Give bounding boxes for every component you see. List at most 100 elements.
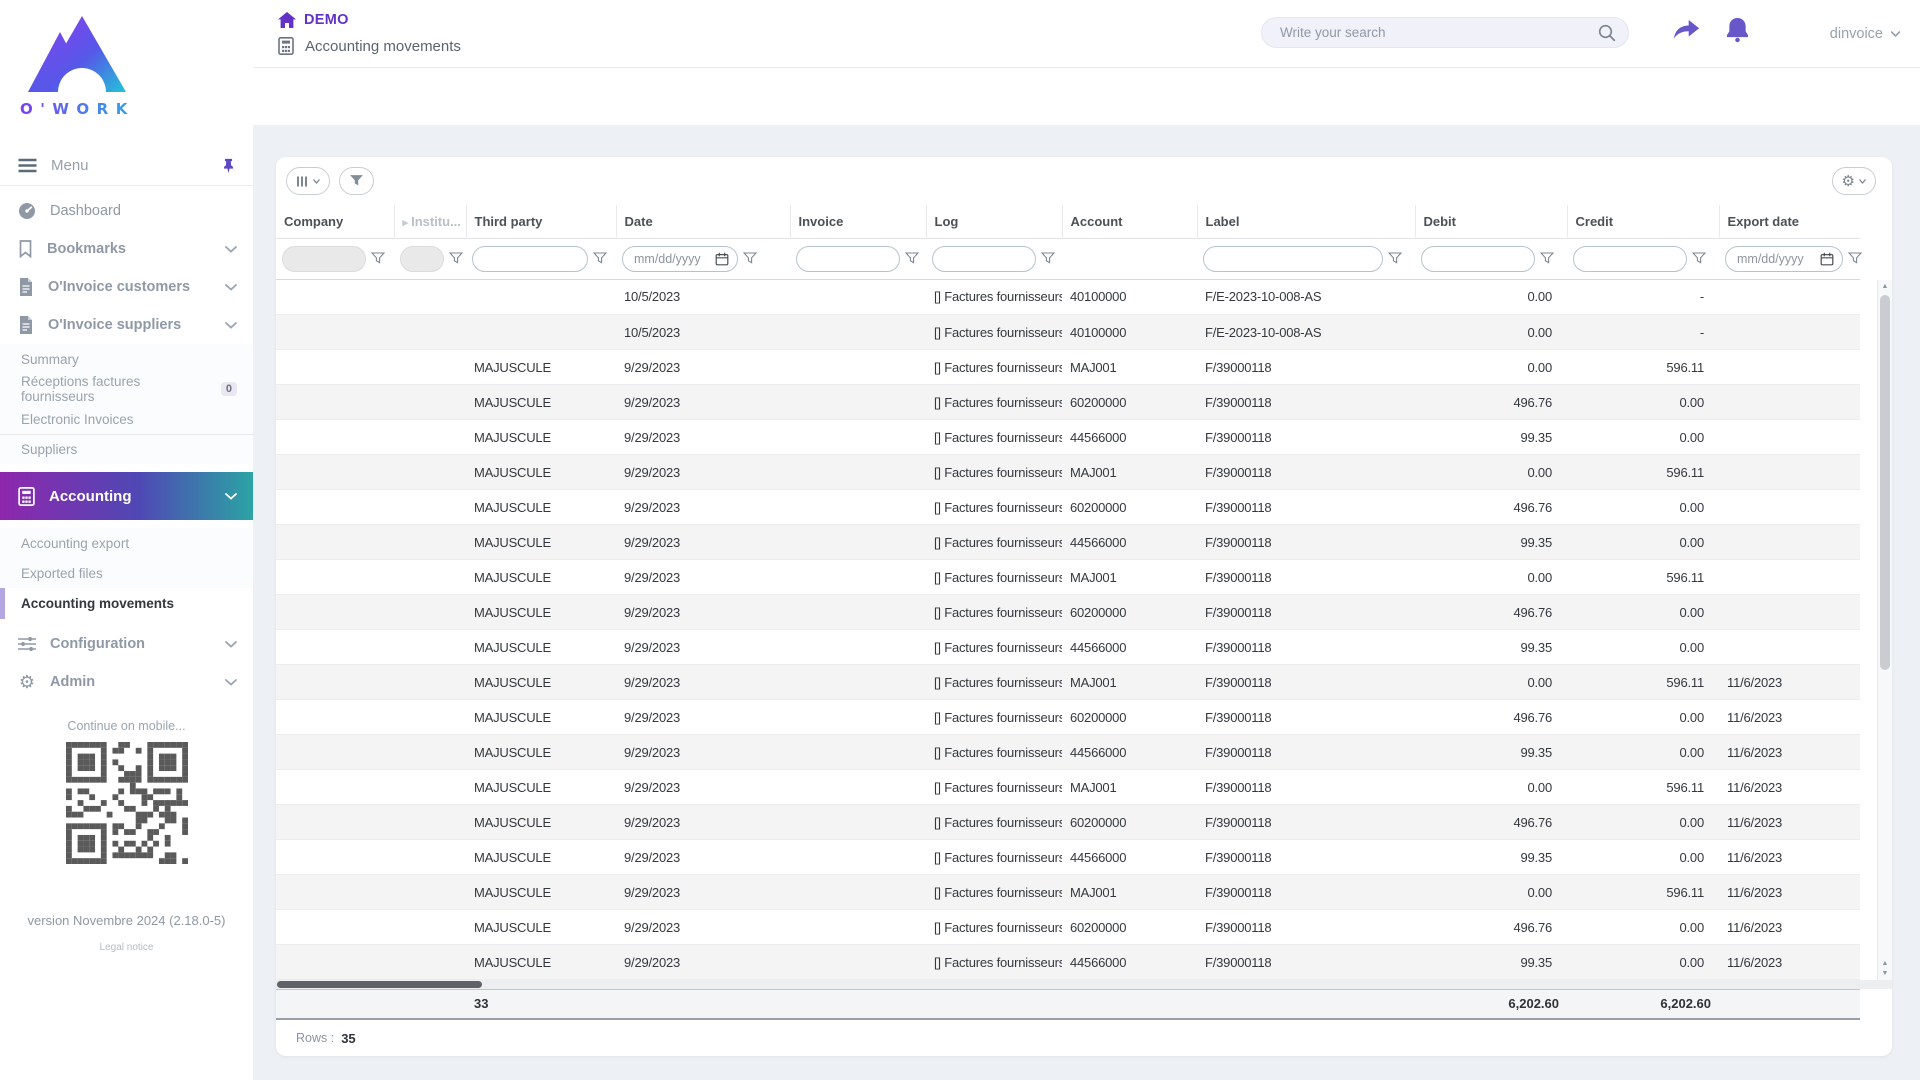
filter-input-debit[interactable] <box>1421 245 1535 272</box>
search-input[interactable] <box>1280 25 1598 40</box>
breadcrumb[interactable]: DEMO <box>278 12 349 28</box>
column-header-date[interactable]: Date <box>616 205 791 238</box>
filter-input-credit[interactable] <box>1573 245 1687 272</box>
filter-funnel-icon[interactable] <box>370 252 386 265</box>
cell-institution <box>394 454 466 490</box>
column-header-label[interactable]: Label <box>1197 205 1416 238</box>
scroll-down-arrow[interactable]: ▼ <box>1878 970 1892 977</box>
table-row[interactable]: MAJUSCULE 9/29/2023 [] Factures fournisseu… <box>276 384 1860 420</box>
sidebar-menu-toggle[interactable]: Menu <box>0 146 253 186</box>
filter-funnel-icon[interactable] <box>1691 252 1707 265</box>
pin-icon[interactable] <box>222 158 235 174</box>
filter-input-third_party[interactable] <box>472 245 588 272</box>
table-row[interactable]: MAJUSCULE 9/29/2023 [] Factures fournisseu… <box>276 349 1860 385</box>
sidebar-item-dashboard[interactable]: Dashboard <box>0 192 253 230</box>
sidebar-subitem-electronic-invoices[interactable]: Electronic Invoices <box>0 404 253 434</box>
table-row[interactable]: MAJUSCULE 9/29/2023 [] Factures fournisseu… <box>276 804 1860 840</box>
total-credit: 6,202.60 <box>1660 996 1711 1012</box>
sidebar-item-oinvoice-customers[interactable]: O'Invoice customers <box>0 268 253 306</box>
column-header-invoice[interactable]: Invoice <box>790 205 927 238</box>
column-header-company[interactable]: Company <box>276 205 395 238</box>
table-row[interactable]: MAJUSCULE 9/29/2023 [] Factures fournisseu… <box>276 419 1860 455</box>
cell-institution <box>394 279 466 315</box>
cell-debit: 0.00 <box>1415 314 1567 350</box>
column-header-institution[interactable]: ▸ Institu... <box>394 205 467 238</box>
table-row[interactable]: MAJUSCULE 9/29/2023 [] Factures fournisseu… <box>276 629 1860 665</box>
filter-input-invoice[interactable] <box>796 245 900 272</box>
table-row[interactable]: 10/5/2023 [] Factures fournisseurs 4010000… <box>276 314 1860 350</box>
table-row[interactable]: MAJUSCULE 9/29/2023 [] Factures fournisseu… <box>276 524 1860 560</box>
notifications-bell-icon[interactable] <box>1725 18 1750 43</box>
table-row[interactable]: MAJUSCULE 9/29/2023 [] Factures fournisseu… <box>276 909 1860 945</box>
table-row[interactable]: 10/5/2023 [] Factures fournisseurs 4010000… <box>276 279 1860 315</box>
filter-input-log[interactable] <box>932 245 1036 272</box>
sidebar-subitem-exported-files[interactable]: Exported files <box>0 558 253 588</box>
filter-funnel-icon[interactable] <box>448 252 464 265</box>
filter-input-label[interactable] <box>1203 245 1383 272</box>
sidebar-item-admin[interactable]: ⚙ Admin <box>0 663 253 701</box>
table-row[interactable]: MAJUSCULE 9/29/2023 [] Factures fournisseu… <box>276 734 1860 770</box>
global-search[interactable] <box>1261 17 1629 48</box>
cell-debit: 99.35 <box>1415 524 1567 560</box>
cell-institution <box>394 909 466 945</box>
column-header-debit[interactable]: Debit <box>1415 205 1568 238</box>
filter-funnel-icon[interactable] <box>1040 252 1056 265</box>
cell-log: [] Factures fournisseurs <box>926 419 1062 455</box>
column-header-export_date[interactable]: Export date <box>1719 205 1860 238</box>
columns-button[interactable] <box>286 167 330 195</box>
sidebar-item-accounting[interactable]: Accounting <box>0 472 253 520</box>
table-row[interactable]: MAJUSCULE 9/29/2023 [] Factures fournisseu… <box>276 664 1860 700</box>
table-row[interactable]: MAJUSCULE 9/29/2023 [] Factures fournisseu… <box>276 769 1860 805</box>
cell-company <box>276 594 394 630</box>
scroll-up-arrow[interactable]: ▲ <box>1878 283 1892 290</box>
cell-company <box>276 874 394 910</box>
filter-funnel-icon[interactable] <box>1539 252 1555 265</box>
cell-institution <box>394 524 466 560</box>
scroll-up-arrow-bottom[interactable]: ▲ <box>1878 960 1892 967</box>
sidebar-subitem-summary[interactable]: Summary <box>0 344 253 374</box>
search-icon[interactable] <box>1598 24 1616 42</box>
cell-debit: 0.00 <box>1415 279 1567 315</box>
column-header-log[interactable]: Log <box>926 205 1063 238</box>
sidebar-item-configuration[interactable]: Configuration <box>0 625 253 663</box>
sidebar-subitem-accounting-export[interactable]: Accounting export <box>0 528 253 558</box>
sidebar-subitem-accounting-movements[interactable]: Accounting movements <box>0 588 253 619</box>
sidebar-item-oinvoice-suppliers[interactable]: O'Invoice suppliers <box>0 306 253 344</box>
filters-button[interactable] <box>339 167 374 195</box>
column-header-account[interactable]: Account <box>1062 205 1198 238</box>
filter-funnel-icon[interactable] <box>1387 252 1403 265</box>
sidebar-item-bookmarks[interactable]: Bookmarks <box>0 230 253 268</box>
vertical-scrollbar-thumb[interactable] <box>1880 294 1890 670</box>
total-company <box>276 989 394 1019</box>
cell-export_date: 11/6/2023 <box>1719 664 1860 700</box>
legal-notice-link[interactable]: Legal notice <box>0 942 253 953</box>
filter-date-export_date[interactable]: mm/dd/yyyy <box>1725 245 1843 272</box>
column-header-third_party[interactable]: Third party <box>466 205 617 238</box>
horizontal-scrollbar[interactable] <box>276 979 1892 989</box>
user-menu[interactable]: dinvoice <box>1830 26 1900 42</box>
filter-funnel-icon[interactable] <box>742 252 758 265</box>
table-row[interactable]: MAJUSCULE 9/29/2023 [] Factures fournisseu… <box>276 489 1860 525</box>
table-row[interactable]: MAJUSCULE 9/29/2023 [] Factures fournisseu… <box>276 874 1860 910</box>
column-header-credit[interactable]: Credit <box>1567 205 1720 238</box>
table-row[interactable]: MAJUSCULE 9/29/2023 [] Factures fournisseu… <box>276 699 1860 735</box>
sidebar-subitem-suppliers[interactable]: Suppliers <box>0 434 253 464</box>
cell-label: F/39000118 <box>1197 769 1415 805</box>
table-row[interactable]: MAJUSCULE 9/29/2023 [] Factures fournisseu… <box>276 559 1860 595</box>
vertical-scrollbar[interactable]: ▲ ▲ ▼ <box>1877 279 1892 980</box>
table-row[interactable]: MAJUSCULE 9/29/2023 [] Factures fournisseu… <box>276 454 1860 490</box>
sidebar-subitem-receptions[interactable]: Réceptions factures fournisseurs 0 <box>0 374 253 404</box>
filter-funnel-icon[interactable] <box>592 252 608 265</box>
cell-export_date: 11/6/2023 <box>1719 734 1860 770</box>
filter-funnel-icon[interactable] <box>904 252 920 265</box>
cell-third_party: MAJUSCULE <box>466 419 616 455</box>
table-settings-button[interactable]: ⚙ <box>1831 167 1876 195</box>
table-row[interactable]: MAJUSCULE 9/29/2023 [] Factures fournisseu… <box>276 594 1860 630</box>
cell-credit: 0.00 <box>1567 699 1719 735</box>
table-row[interactable]: MAJUSCULE 9/29/2023 [] Factures fournisseu… <box>276 944 1860 980</box>
filter-funnel-icon[interactable] <box>1847 252 1863 265</box>
horizontal-scrollbar-thumb[interactable] <box>277 980 482 988</box>
table-row[interactable]: MAJUSCULE 9/29/2023 [] Factures fournisseu… <box>276 839 1860 875</box>
filter-date-date[interactable]: mm/dd/yyyy <box>622 245 738 272</box>
share-icon[interactable] <box>1673 20 1700 42</box>
